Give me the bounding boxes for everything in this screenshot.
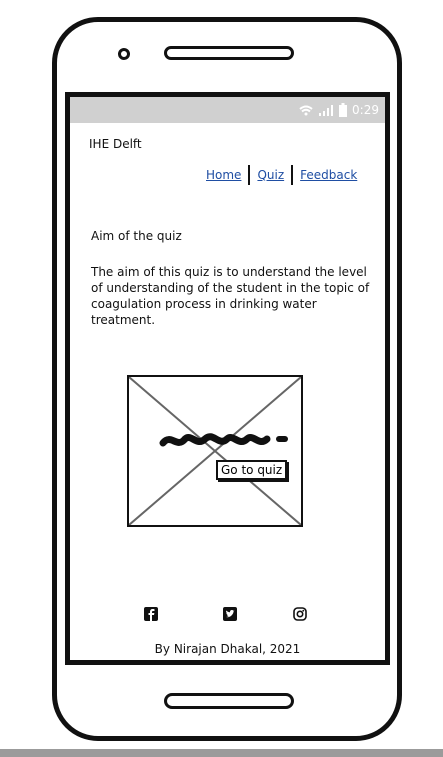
section-title: Aim of the quiz <box>91 229 182 243</box>
image-placeholder-icon <box>129 377 301 525</box>
brand-name: IHE Delft <box>89 137 142 151</box>
battery-icon <box>339 103 348 117</box>
facebook-icon[interactable] <box>144 607 158 621</box>
nav-divider <box>291 165 294 185</box>
twitter-icon[interactable] <box>223 607 237 621</box>
section-description: The aim of this quiz is to understand th… <box>91 265 370 327</box>
speaker-grille <box>164 46 294 60</box>
go-to-quiz-button[interactable]: Go to quiz <box>216 460 288 480</box>
phone-screen: 0:29 IHE Delft Home Quiz Feedback Aim of… <box>65 92 390 665</box>
home-button[interactable] <box>164 693 294 709</box>
bottom-scrollbar <box>0 749 443 757</box>
footer-credit: By Nirajan Dhakal, 2021 <box>154 642 301 656</box>
status-bar: 0:29 <box>70 97 385 123</box>
wifi-icon <box>299 105 313 116</box>
top-nav: Home Quiz Feedback <box>206 165 357 185</box>
nav-home-link[interactable]: Home <box>206 168 241 182</box>
camera-icon <box>118 48 130 60</box>
nav-feedback-link[interactable]: Feedback <box>300 168 357 182</box>
nav-divider <box>248 165 251 185</box>
image-placeholder: Go to quiz <box>127 375 303 527</box>
signal-icon <box>318 104 334 116</box>
status-time: 0:29 <box>352 103 379 117</box>
nav-quiz-link[interactable]: Quiz <box>257 168 284 182</box>
instagram-icon[interactable] <box>293 607 307 621</box>
